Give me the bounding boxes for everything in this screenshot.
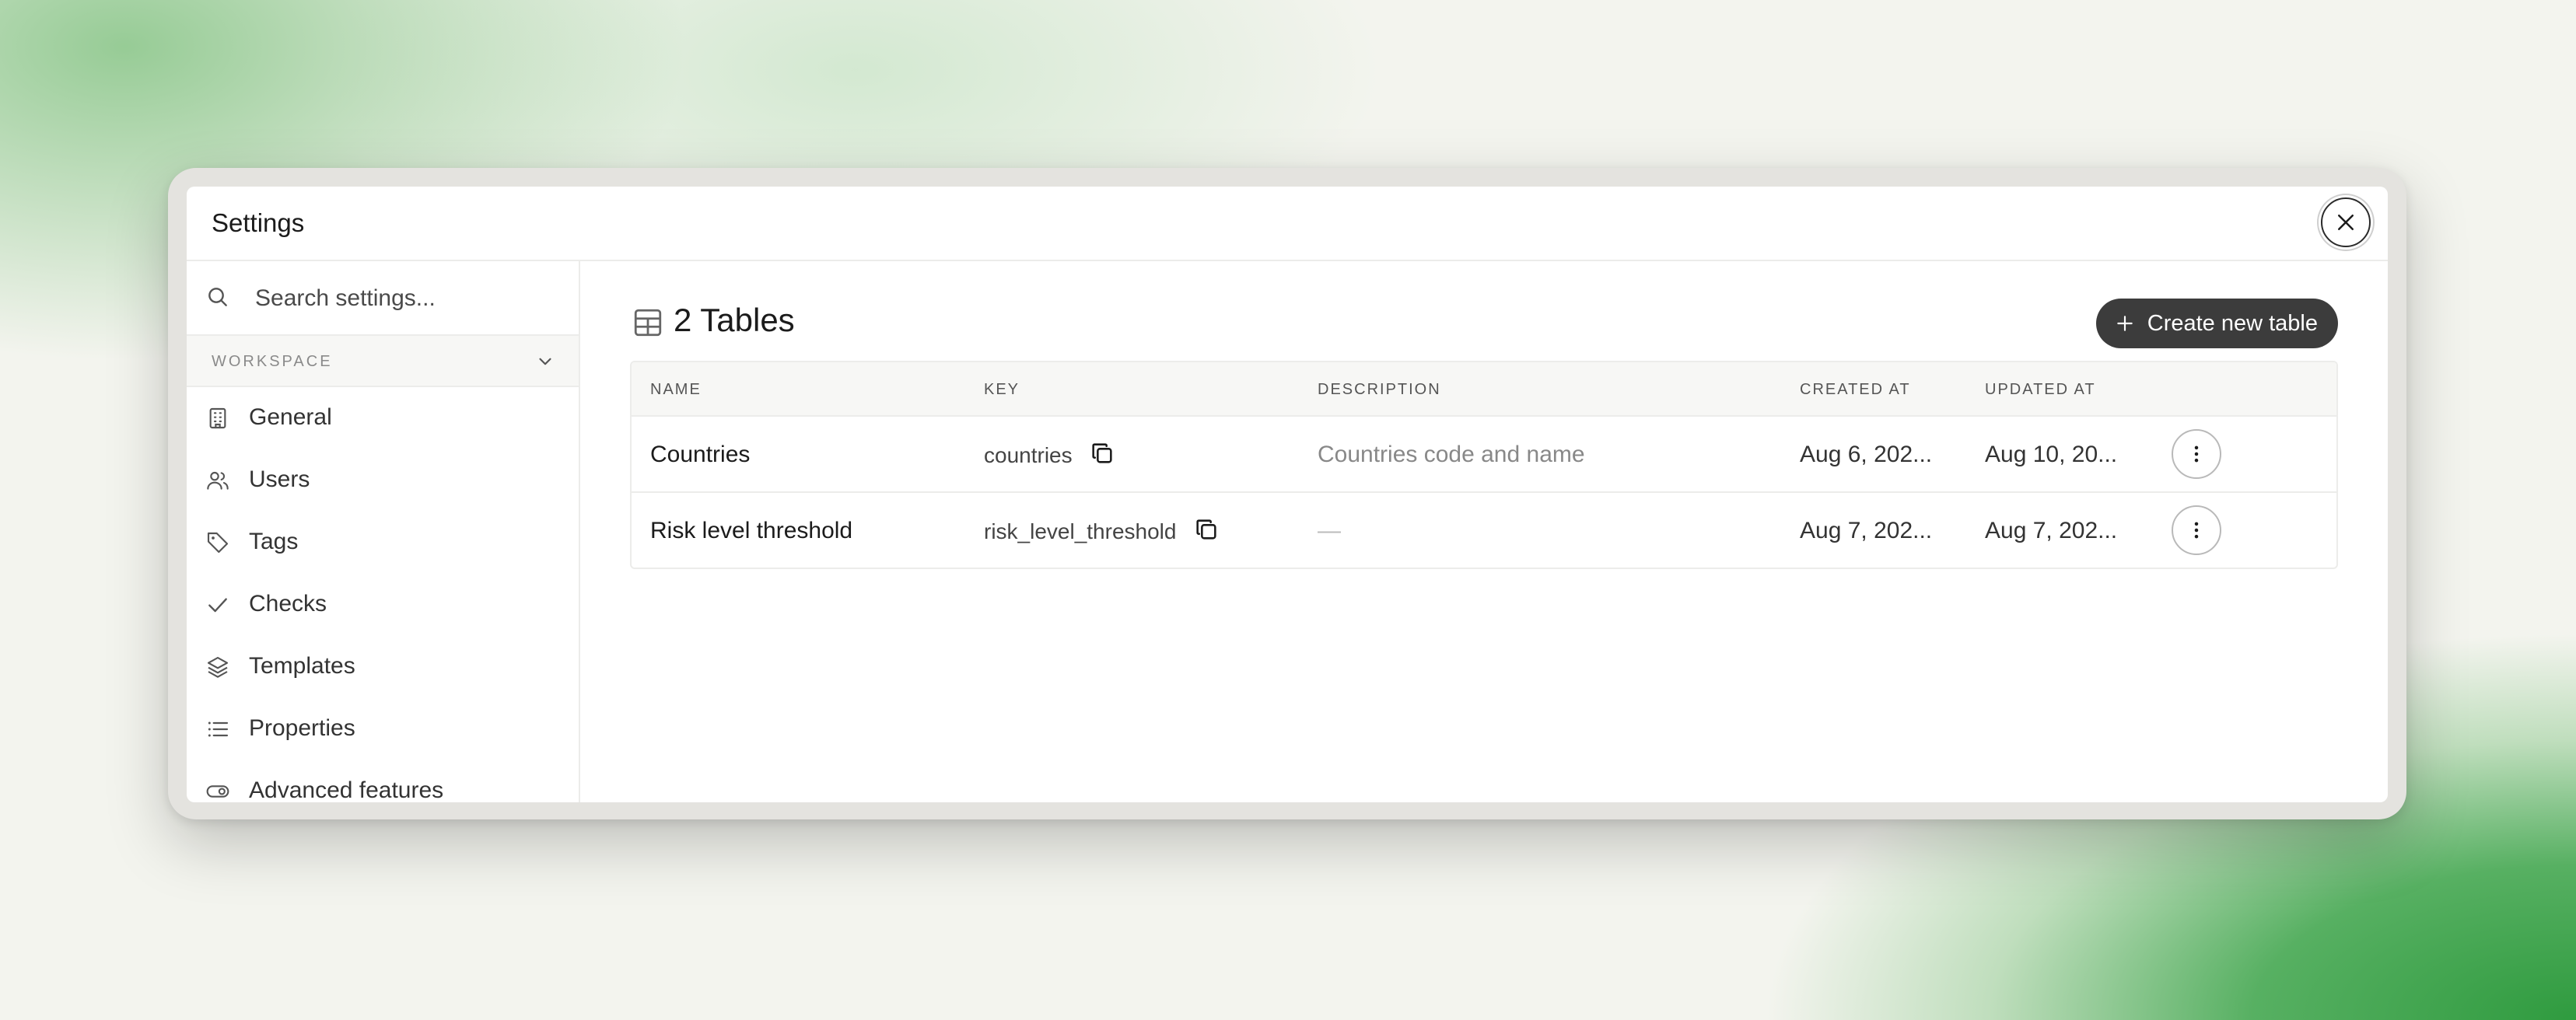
tag-icon	[207, 532, 229, 554]
column-header-description: DESCRIPTION	[1318, 381, 1441, 398]
row-description: —	[1318, 518, 1341, 543]
table-icon	[634, 309, 662, 337]
list-icon	[208, 721, 229, 737]
row-name: Risk level threshold	[650, 518, 853, 543]
table-row[interactable]: Countries countries Countries code and n…	[632, 417, 2336, 493]
tables-table: NAME KEY DESCRIPTION CREATED AT UPDATED …	[630, 361, 2338, 569]
sidebar-item-properties[interactable]: Properties	[187, 698, 579, 760]
create-button-label: Create new table	[2147, 310, 2318, 336]
dialog-title: Settings	[212, 208, 305, 237]
row-updated-at: Aug 7, 202...	[1985, 518, 2118, 543]
sidebar-item-label: Advanced features	[249, 777, 444, 802]
create-new-table-button[interactable]: Create new table	[2095, 299, 2338, 348]
toggle-icon	[206, 785, 229, 798]
column-header-updated-at: UPDATED AT	[1985, 381, 2096, 398]
row-actions-button[interactable]	[2172, 429, 2221, 479]
row-key: countries	[984, 443, 1073, 467]
sidebar-item-label: Templates	[249, 653, 355, 679]
table-header: NAME KEY DESCRIPTION CREATED AT UPDATED …	[632, 362, 2336, 417]
column-header-created-at: CREATED AT	[1800, 381, 1911, 398]
main-panel: 2 Tables Create new table NAME KEY DESCR…	[580, 261, 2388, 802]
sidebar-item-label: Users	[249, 466, 310, 492]
settings-dialog: Settings WORKSPACE General	[187, 187, 2388, 802]
sidebar-item-general[interactable]: General	[187, 387, 579, 449]
copy-icon[interactable]	[1089, 440, 1115, 466]
row-description: Countries code and name	[1318, 442, 1585, 467]
dialog-header: Settings	[187, 187, 2388, 261]
row-created-at: Aug 6, 202...	[1800, 442, 1933, 467]
sidebar-item-tags[interactable]: Tags	[187, 512, 579, 574]
search-input[interactable]	[254, 280, 560, 317]
column-header-name: NAME	[650, 381, 702, 398]
sidebar-item-templates[interactable]: Templates	[187, 636, 579, 698]
column-header-key: KEY	[984, 381, 1020, 398]
close-button[interactable]	[2321, 197, 2371, 247]
sidebar-item-checks[interactable]: Checks	[187, 574, 579, 636]
row-key: risk_level_threshold	[984, 519, 1177, 543]
workspace-section-header[interactable]: WORKSPACE	[187, 336, 579, 387]
close-icon	[2338, 215, 2354, 230]
plus-icon	[2117, 316, 2133, 331]
row-name: Countries	[650, 442, 751, 467]
table-row[interactable]: Risk level threshold risk_level_threshol…	[632, 493, 2336, 568]
page-title: 2 Tables	[674, 302, 795, 338]
row-created-at: Aug 7, 202...	[1800, 518, 1933, 543]
search-bar	[187, 261, 579, 336]
copy-icon[interactable]	[1193, 516, 1220, 543]
search-icon	[208, 288, 227, 306]
sidebar-item-label: Properties	[249, 715, 355, 741]
sidebar-item-label: General	[249, 404, 332, 430]
row-actions-button[interactable]	[2172, 505, 2221, 555]
more-vertical-icon	[2194, 522, 2199, 539]
users-icon	[207, 471, 229, 490]
more-vertical-icon	[2194, 445, 2199, 463]
sidebar-item-label: Tags	[249, 529, 299, 554]
sidebar-item-advanced-features[interactable]: Advanced features	[187, 760, 579, 802]
chevron-down-icon	[539, 358, 551, 365]
settings-sidebar: WORKSPACE General Users	[187, 261, 580, 802]
building-icon	[209, 407, 226, 429]
sidebar-item-label: Checks	[249, 591, 327, 617]
workspace-section-label: WORKSPACE	[212, 353, 333, 370]
row-updated-at: Aug 10, 20...	[1985, 442, 2118, 467]
check-icon	[208, 598, 227, 613]
sidebar-item-users[interactable]: Users	[187, 449, 579, 512]
layers-icon	[207, 656, 229, 678]
